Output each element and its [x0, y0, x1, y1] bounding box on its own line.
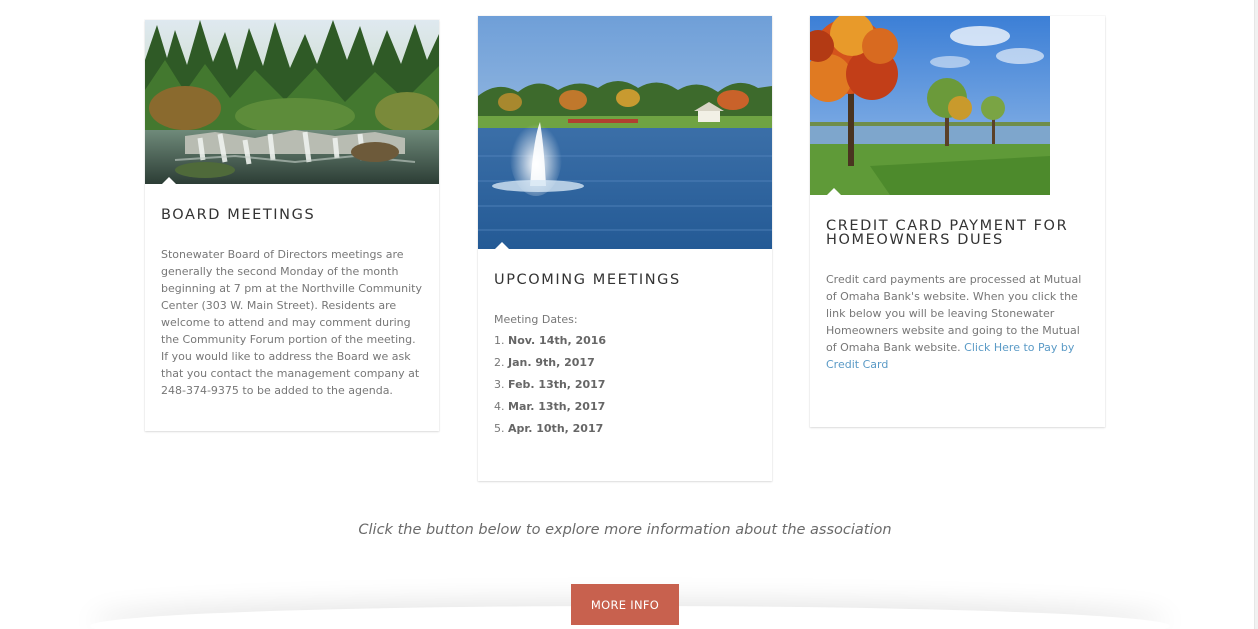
credit-card-payment-image [810, 16, 1050, 195]
image-notch [495, 242, 509, 249]
meeting-date: Jan. 9th, 2017 [508, 356, 595, 369]
upcoming-meetings-image [478, 16, 772, 249]
card-description: Credit card payments are processed at Mu… [826, 273, 1082, 371]
board-meetings-image [145, 20, 439, 184]
credit-card-payment-card: CREDIT CARD PAYMENT FOR HOMEOWNERS DUES … [810, 16, 1105, 427]
more-info-button[interactable]: MORE INFO [571, 584, 679, 625]
card-title: CREDIT CARD PAYMENT FOR HOMEOWNERS DUES [826, 218, 1069, 248]
meeting-dates-label: Meeting Dates: [494, 313, 578, 326]
card-title: UPCOMING MEETINGS [494, 272, 681, 288]
card-title: BOARD MEETINGS [161, 207, 316, 223]
list-item: 5. Apr. 10th, 2017 [494, 422, 604, 435]
cta-text: Click the button below to explore more i… [358, 522, 892, 538]
upcoming-meetings-card: UPCOMING MEETINGS Meeting Dates: 1. Nov.… [478, 16, 772, 481]
image-notch [827, 188, 841, 195]
meeting-date: Feb. 13th, 2017 [508, 378, 606, 391]
meeting-list: 1. Nov. 14th, 2016 2. Jan. 9th, 2017 3. … [494, 330, 758, 440]
image-notch [162, 177, 176, 184]
card-description: Stonewater Board of Directors meetings a… [161, 248, 422, 397]
meeting-date: Apr. 10th, 2017 [508, 422, 604, 435]
board-meetings-card: BOARD MEETINGS Stonewater Board of Direc… [145, 20, 439, 431]
list-item: 2. Jan. 9th, 2017 [494, 356, 595, 369]
list-item: 1. Nov. 14th, 2016 [494, 334, 607, 347]
list-item: 4. Mar. 13th, 2017 [494, 400, 606, 413]
list-item: 3. Feb. 13th, 2017 [494, 378, 606, 391]
meeting-date: Nov. 14th, 2016 [508, 334, 607, 347]
meeting-date: Mar. 13th, 2017 [508, 400, 606, 413]
page-scrollbar[interactable] [1254, 0, 1258, 629]
meeting-dates-section: Meeting Dates: 1. Nov. 14th, 2016 2. Jan… [494, 311, 758, 440]
